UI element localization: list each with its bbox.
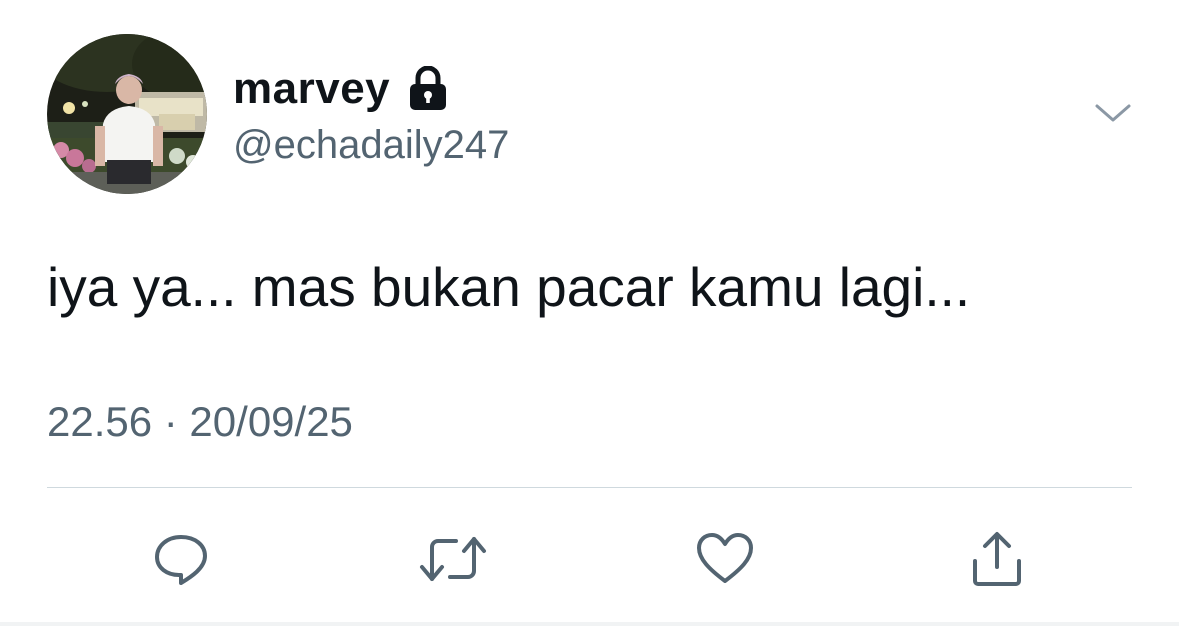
avatar[interactable]	[47, 34, 207, 194]
bottom-edge	[0, 622, 1179, 626]
lock-icon	[406, 65, 450, 112]
heart-icon	[697, 533, 753, 583]
retweet-icon	[420, 537, 486, 581]
share-button[interactable]	[962, 524, 1032, 594]
like-button[interactable]	[690, 524, 760, 594]
divider	[47, 487, 1132, 488]
chevron-down-icon[interactable]	[1093, 98, 1133, 128]
user-handle[interactable]: @echadaily247	[233, 120, 509, 170]
avatar-image	[47, 34, 207, 194]
retweet-button[interactable]	[418, 524, 488, 594]
reply-icon	[155, 535, 207, 585]
tweet-text: iya ya... mas bukan pacar kamu lagi...	[47, 256, 971, 318]
display-name[interactable]: marvey	[233, 62, 390, 116]
share-icon	[973, 532, 1021, 586]
reply-button[interactable]	[146, 524, 216, 594]
tweet-timestamp[interactable]: 22.56 · 20/09/25	[47, 396, 353, 448]
display-name-row[interactable]: marvey	[233, 62, 450, 116]
